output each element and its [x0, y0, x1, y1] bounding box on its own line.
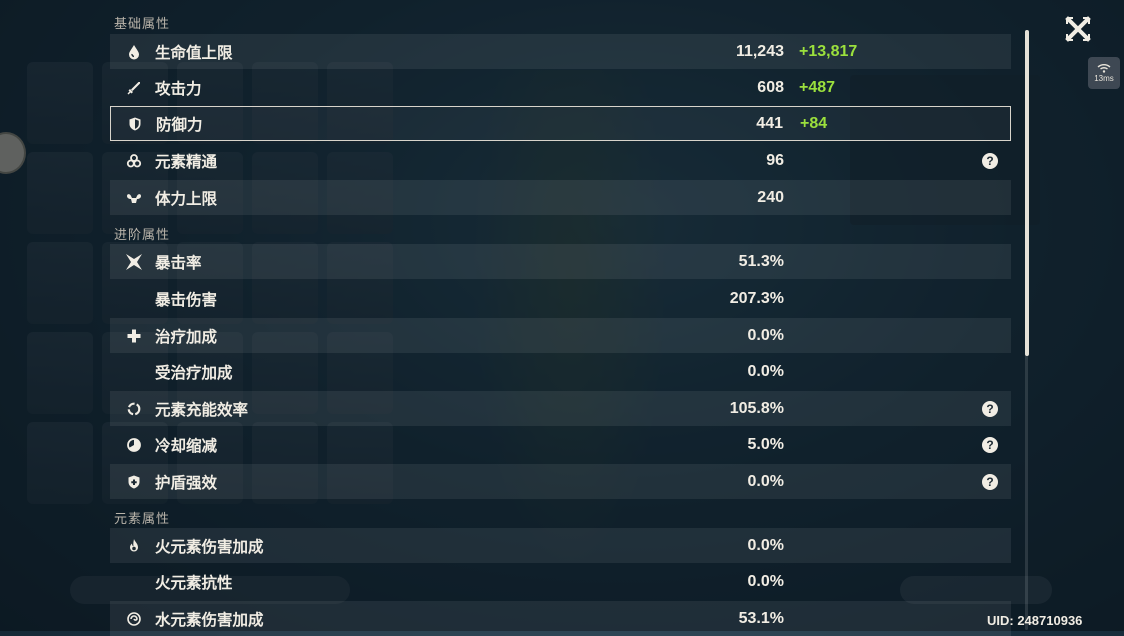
stat-value: 441: [756, 114, 783, 132]
stat-row-def[interactable]: 防御力 441 +84: [110, 106, 1011, 141]
stat-value: 240: [757, 188, 784, 206]
ping-value: 13ms: [1094, 74, 1114, 83]
stat-value: 96: [766, 151, 784, 169]
stat-value: 0.0%: [747, 472, 784, 490]
stat-name: 体力上限: [155, 189, 218, 208]
question-mark-icon[interactable]: ?: [982, 400, 998, 417]
stat-value: 105.8%: [729, 399, 784, 417]
stat-value: 0.0%: [747, 572, 784, 590]
crit-rate-icon: [124, 252, 144, 272]
stat-row-energy-recharge: 元素充能效率 105.8% ?: [110, 391, 1011, 426]
stat-name: 冷却缩减: [155, 436, 218, 455]
stat-row-cd-reduction: 冷却缩减 5.0% ?: [110, 427, 1011, 462]
stat-row-pyro-dmg: 火元素伤害加成 0.0%: [110, 528, 1011, 563]
stat-name: 水元素伤害加成: [155, 610, 264, 629]
energy-recharge-icon: [124, 399, 144, 419]
stat-bonus: +487: [799, 78, 836, 96]
stat-value: 207.3%: [729, 289, 784, 307]
close-button[interactable]: [1064, 15, 1092, 43]
stat-name: 暴击率: [155, 253, 202, 272]
stat-row-healing-bonus: 治疗加成 0.0%: [110, 318, 1011, 353]
stat-bonus: +13,817: [799, 42, 858, 60]
stat-name: 火元素伤害加成: [155, 537, 264, 556]
stamina-icon: [124, 188, 144, 208]
attribute-detail-panel: 基础属性 生命值上限 11,243 +13,817 攻击力 608 +487 防…: [110, 0, 1015, 636]
elemental-mastery-icon: [124, 151, 144, 171]
stat-row-em: 元素精通 96 ?: [110, 143, 1011, 178]
hp-drop-icon: [124, 42, 144, 62]
uid-label: UID: 248710936: [987, 613, 1083, 628]
stat-name: 火元素抗性: [155, 573, 233, 592]
healing-cross-icon: [124, 326, 144, 346]
hydro-icon: [124, 609, 144, 629]
stat-value: 11,243: [735, 42, 784, 60]
sword-icon: [124, 78, 144, 98]
question-mark-icon[interactable]: ?: [982, 436, 998, 453]
section-advanced-title: 进阶属性: [114, 228, 171, 243]
stat-name: 元素充能效率: [155, 400, 249, 419]
stat-row-shield-strength: 护盾强效 0.0% ?: [110, 464, 1011, 499]
stat-value: 51.3%: [738, 252, 784, 270]
stat-value: 5.0%: [747, 435, 784, 453]
stat-row-hp: 生命值上限 11,243 +13,817: [110, 34, 1011, 69]
stat-row-crit-rate: 暴击率 51.3%: [110, 244, 1011, 279]
stat-value: 53.1%: [738, 609, 784, 627]
scrollbar-thumb[interactable]: [1025, 30, 1029, 356]
shield-strength-icon: [124, 472, 144, 492]
stat-name: 护盾强效: [155, 473, 218, 492]
shield-icon: [125, 114, 145, 134]
stat-name: 治疗加成: [155, 327, 218, 346]
close-x-icon: [1065, 16, 1091, 42]
section-basic-title: 基础属性: [114, 17, 171, 32]
stat-row-incoming-healing: 受治疗加成 0.0%: [110, 354, 1011, 389]
stat-name: 受治疗加成: [155, 363, 233, 382]
stat-row-stamina: 体力上限 240: [110, 180, 1011, 215]
stat-row-pyro-res: 火元素抗性 0.0%: [110, 564, 1011, 599]
stat-value: 0.0%: [747, 326, 784, 344]
stat-name: 攻击力: [155, 79, 202, 98]
stat-name: 元素精通: [155, 152, 218, 171]
stat-value: 0.0%: [747, 536, 784, 554]
stat-row-crit-dmg: 暴击伤害 207.3%: [110, 281, 1011, 316]
stat-name: 暴击伤害: [155, 290, 218, 309]
stat-value: 0.0%: [747, 362, 784, 380]
stat-value: 608: [757, 78, 784, 96]
cooldown-icon: [124, 435, 144, 455]
pyro-icon: [124, 536, 144, 556]
stat-bonus: +84: [800, 114, 828, 132]
section-elemental-title: 元素属性: [114, 512, 171, 527]
stat-name: 防御力: [156, 115, 203, 134]
stat-row-atk: 攻击力 608 +487: [110, 70, 1011, 105]
question-mark-icon[interactable]: ?: [982, 473, 998, 490]
stat-name: 生命值上限: [155, 43, 233, 62]
wifi-icon: [1097, 64, 1111, 73]
network-ping-badge: 13ms: [1088, 57, 1120, 89]
question-mark-icon[interactable]: ?: [982, 152, 998, 169]
